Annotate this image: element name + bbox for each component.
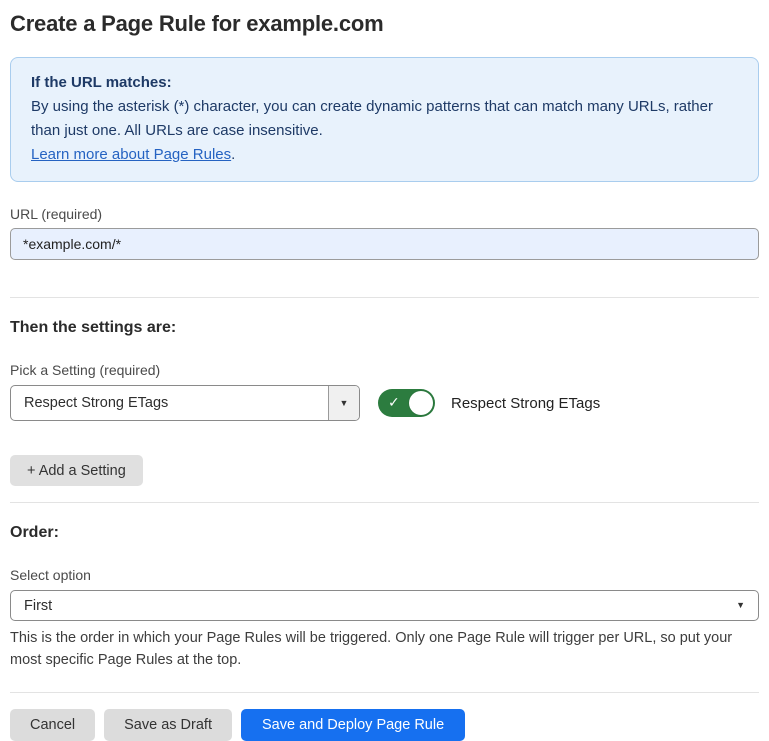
url-input[interactable] (10, 228, 759, 260)
order-select[interactable]: First ▼ (10, 590, 759, 621)
save-draft-button[interactable]: Save as Draft (104, 709, 232, 741)
toggle-knob (409, 391, 433, 415)
chevron-down-icon: ▼ (340, 399, 349, 408)
setting-select[interactable]: Respect Strong ETags ▼ (10, 385, 360, 421)
section-divider (10, 297, 759, 298)
footer-divider (10, 692, 759, 693)
url-field-label: URL (required) (10, 205, 759, 223)
order-section-heading: Order: (10, 523, 759, 543)
check-icon: ✓ (388, 394, 400, 411)
order-select-label: Select option (10, 566, 759, 584)
add-setting-button[interactable]: + Add a Setting (10, 455, 143, 486)
save-deploy-button[interactable]: Save and Deploy Page Rule (241, 709, 465, 741)
page-rule-form: Create a Page Rule for example.com If th… (0, 0, 769, 741)
order-help-text: This is the order in which your Page Rul… (10, 627, 759, 671)
settings-section-heading: Then the settings are: (10, 318, 759, 338)
order-select-value: First (24, 598, 736, 614)
learn-more-link[interactable]: Learn more about Page Rules (31, 146, 231, 163)
info-box-link-line: Learn more about Page Rules. (31, 143, 738, 167)
chevron-down-icon: ▼ (736, 601, 745, 610)
page-title: Create a Page Rule for example.com (10, 10, 759, 38)
section-divider (10, 502, 759, 503)
cancel-button[interactable]: Cancel (10, 709, 95, 741)
footer-actions: Cancel Save as Draft Save and Deploy Pag… (10, 709, 759, 741)
url-matches-info-box: If the URL matches: By using the asteris… (10, 57, 759, 182)
info-box-body: By using the asterisk (*) character, you… (31, 95, 738, 143)
setting-select-arrow-button[interactable]: ▼ (328, 386, 359, 420)
link-period: . (231, 146, 235, 163)
toggle-label: Respect Strong ETags (451, 395, 600, 412)
setting-toggle[interactable]: ✓ (378, 389, 435, 417)
setting-select-value: Respect Strong ETags (11, 386, 328, 420)
info-box-heading: If the URL matches: (31, 71, 738, 95)
pick-setting-label: Pick a Setting (required) (10, 361, 759, 379)
setting-row: Respect Strong ETags ▼ ✓ Respect Strong … (10, 385, 759, 421)
